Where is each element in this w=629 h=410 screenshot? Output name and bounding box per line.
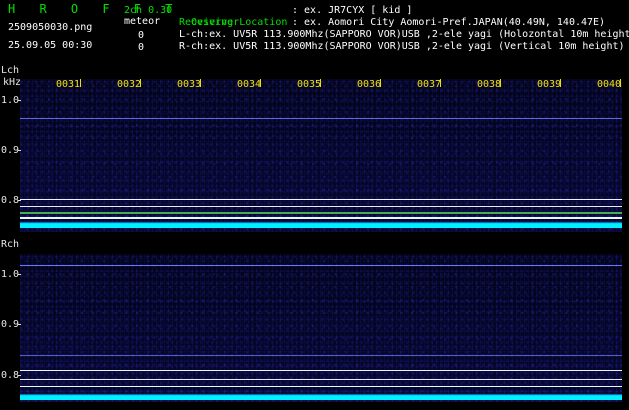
- khz-label: kHz: [3, 77, 22, 88]
- minute-tick-0040: [620, 79, 621, 87]
- rch-left-tick-1: [18, 274, 21, 275]
- rch-frequency-line-blue: [20, 355, 622, 356]
- minute-label-0040: 0040: [597, 79, 622, 90]
- minute-label-0036: 0036: [357, 79, 382, 90]
- rch-frequency-line-white-3: [20, 386, 622, 387]
- rch-left-tick-3: [18, 375, 21, 376]
- lch-tick-label-1: 1.0: [1, 95, 20, 106]
- lch-left-tick-1: [18, 100, 21, 101]
- lch-frequency-line-white-1: [20, 199, 622, 200]
- rch-label: Rch: [1, 239, 20, 250]
- lch-meteor-count: 0: [137, 30, 144, 41]
- minute-label-0035: 0035: [297, 79, 322, 90]
- minute-label-0032: 0032: [117, 79, 142, 90]
- lch-frequency-line-white-2: [20, 206, 622, 207]
- minute-label-0034: 0034: [237, 79, 262, 90]
- rch-frequency-line-upper: [20, 265, 622, 266]
- rch-meteor-count: 0: [137, 42, 144, 53]
- minute-tick-0034: [260, 79, 261, 87]
- lch-spectrogram: [20, 79, 622, 232]
- minute-tick-0031: [80, 79, 81, 87]
- minute-tick-0037: [440, 79, 441, 87]
- rch-tick-label-3: 0.8: [1, 370, 20, 381]
- observer-value: : ex. JR7CYX [ kid ]: [292, 5, 413, 16]
- minute-tick-0038: [500, 79, 501, 87]
- rch-left-tick-2: [18, 324, 21, 325]
- minute-tick-0035: [320, 79, 321, 87]
- location-value: : ex. Aomori City Aomori-Pref.JAPAN(40.4…: [292, 17, 606, 28]
- minute-label-0031: 0031: [56, 79, 81, 90]
- rch-frequency-line-white-2: [20, 379, 622, 380]
- rch-signal-baseline: [20, 396, 622, 400]
- minute-tick-0039: [560, 79, 561, 87]
- file-name-label: 2509050030.png: [8, 22, 93, 33]
- lch-left-tick-2: [18, 150, 21, 151]
- timestamp-label: 25.09.05 00:30: [8, 40, 93, 51]
- rch-tick-label-2: 0.9: [1, 319, 20, 330]
- location-label: Receiving Location: [179, 17, 288, 28]
- minute-label-0037: 0037: [417, 79, 442, 90]
- rch-spectrogram: [20, 254, 622, 402]
- lch-signal-baseline: [20, 224, 622, 228]
- meteor-label: meteor: [124, 16, 161, 27]
- rch-tick-label-1: 1.0: [1, 269, 20, 280]
- lch-label: Lch: [1, 65, 20, 76]
- minute-label-0038: 0038: [477, 79, 502, 90]
- minute-label-0039: 0039: [537, 79, 562, 90]
- lch-meteor-band: [20, 212, 622, 214]
- lch-frequency-line-upper: [20, 118, 622, 119]
- minute-label-0033: 0033: [177, 79, 202, 90]
- lch-frequency-line-white-3: [20, 217, 622, 219]
- lch-tick-label-3: 0.8: [1, 195, 20, 206]
- lch-description: L-ch:ex. UV5R 113.900Mhz(SAPPORO VOR)USB…: [179, 29, 629, 40]
- rch-frequency-line-white-1: [20, 370, 622, 371]
- lch-tick-label-2: 0.9: [1, 145, 20, 156]
- minute-tick-0032: [140, 79, 141, 87]
- lch-left-tick-3: [18, 200, 21, 201]
- rch-description: R-ch:ex. UV5R 113.900Mhz(SAPPORO VOR)USB…: [179, 41, 625, 52]
- minute-tick-0033: [200, 79, 201, 87]
- minute-tick-0036: [380, 79, 381, 87]
